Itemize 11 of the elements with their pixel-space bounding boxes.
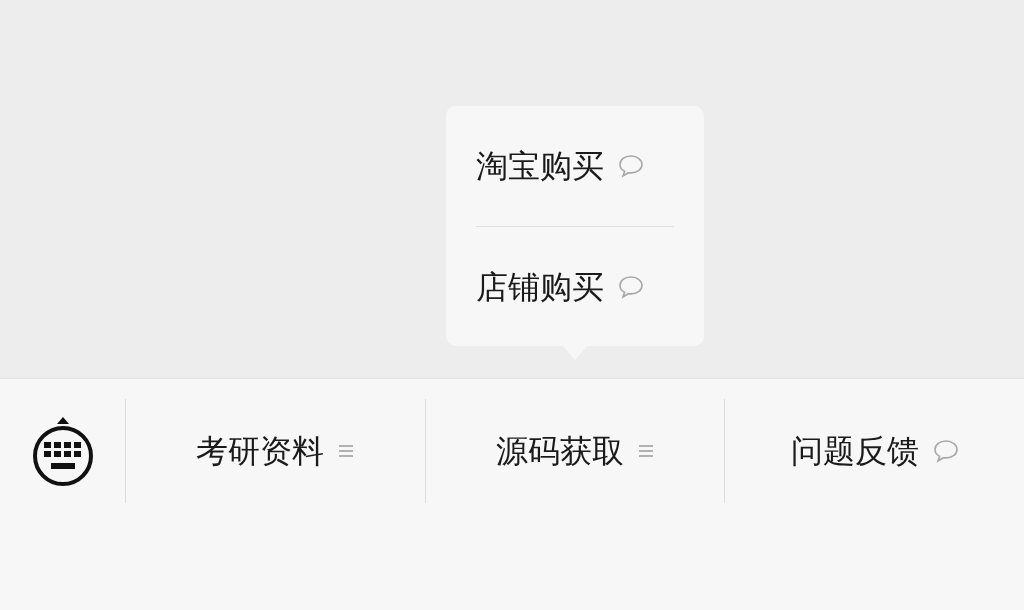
speech-bubble-icon <box>932 439 959 463</box>
menu-icon <box>338 443 355 459</box>
menu-button[interactable]: 考研资料 <box>186 421 365 481</box>
speech-bubble-icon <box>618 274 644 299</box>
popup-menu-item[interactable]: 店铺购买 <box>476 226 674 346</box>
menu-icon <box>638 443 654 459</box>
keyboard-icon[interactable] <box>30 416 95 486</box>
speech-bubble-icon <box>618 154 644 178</box>
menu-button[interactable]: 源码获取 <box>486 421 664 481</box>
menu-button[interactable]: 问题反馈 <box>780 421 969 481</box>
popup-menu-item[interactable]: 淘宝购买 <box>476 106 674 226</box>
